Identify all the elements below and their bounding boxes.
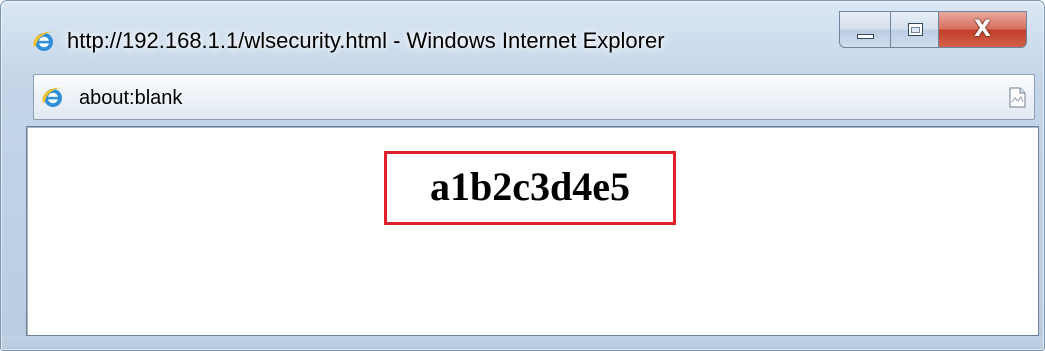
title-bar[interactable]: http://192.168.1.1/wlsecurity.html - Win… xyxy=(1,1,1044,69)
minimize-button[interactable] xyxy=(839,11,890,48)
address-url[interactable]: about:blank xyxy=(79,87,182,109)
caption-buttons: X xyxy=(839,11,1027,48)
close-icon: X xyxy=(974,17,991,42)
minimize-icon xyxy=(857,34,874,39)
ie-logo-icon xyxy=(33,31,55,51)
browser-window: http://192.168.1.1/wlsecurity.html - Win… xyxy=(0,0,1045,351)
window-bottom-border xyxy=(1,336,1044,350)
highlighted-key-box: a1b2c3d4e5 xyxy=(384,151,676,225)
page-icon[interactable] xyxy=(1009,87,1026,108)
page-content: a1b2c3d4e5 xyxy=(26,126,1039,336)
wireless-key-text: a1b2c3d4e5 xyxy=(430,164,630,209)
maximize-button[interactable] xyxy=(890,11,939,48)
maximize-icon xyxy=(908,23,923,36)
close-button[interactable]: X xyxy=(939,11,1027,48)
ie-logo-icon xyxy=(42,87,64,107)
address-bar[interactable]: about:blank xyxy=(33,74,1035,120)
window-title: http://192.168.1.1/wlsecurity.html - Win… xyxy=(67,28,665,53)
